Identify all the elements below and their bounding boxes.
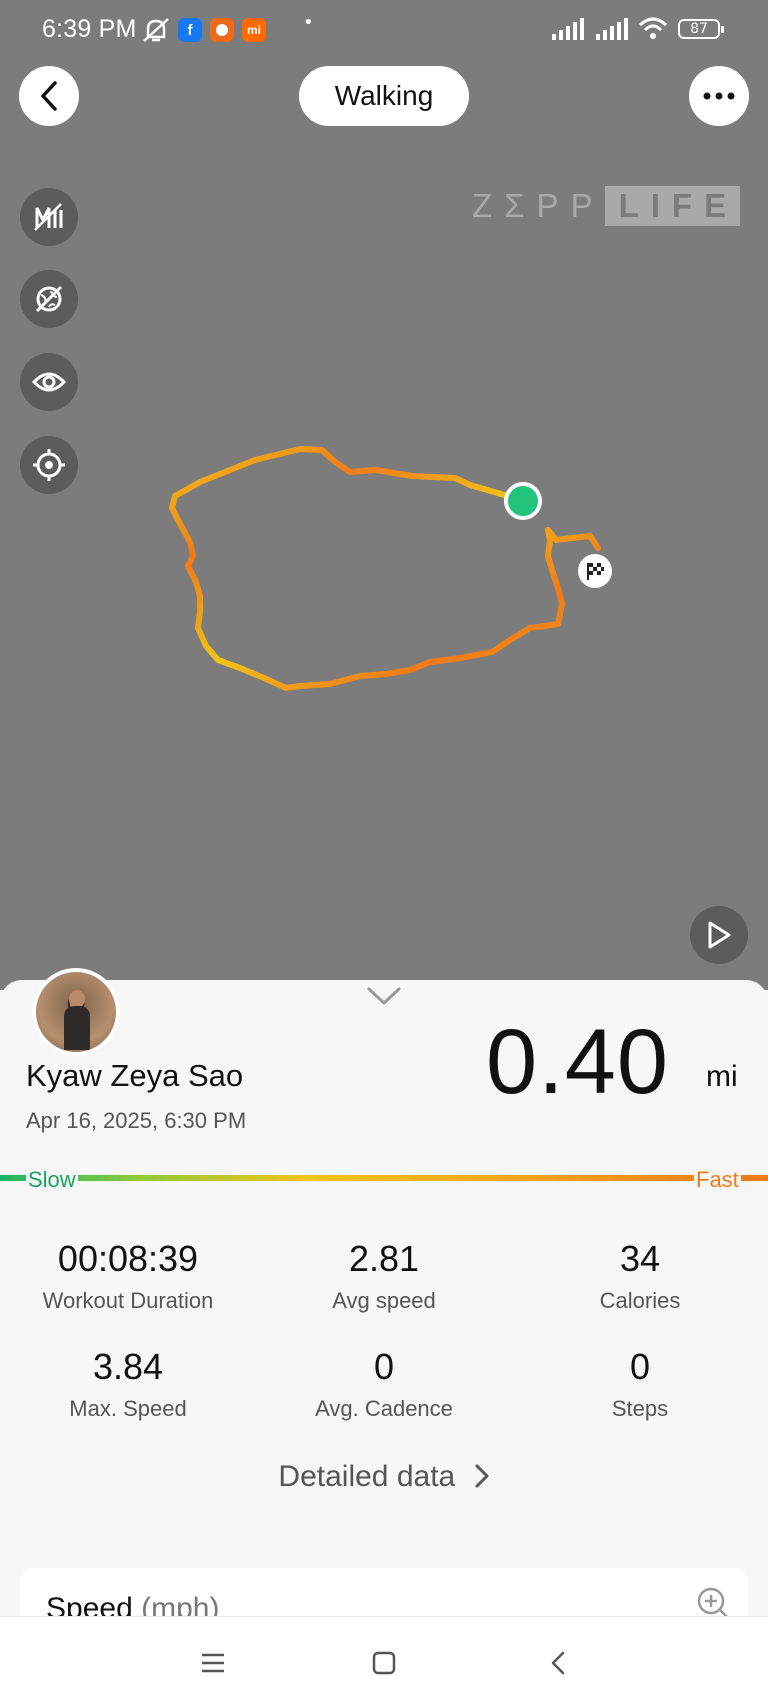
avatar[interactable]: [32, 968, 120, 1056]
distance-unit: mi: [706, 1060, 738, 1093]
brand-zepp: ZΣPP: [472, 187, 605, 224]
signal-1-icon: [552, 18, 584, 40]
more-notifications-dot: •: [303, 12, 314, 33]
system-back-button[interactable]: [540, 1645, 576, 1681]
signal-2-icon: [596, 18, 628, 40]
stat-avg-speed: 2.81 Avg speed: [256, 1238, 512, 1314]
brand-life: LIFE: [604, 186, 741, 226]
stat-label: Avg. Cadence: [315, 1396, 453, 1421]
stat-value: 2.81: [348, 1238, 420, 1279]
workout-date-time: Apr 16, 2025, 6:30 PM: [26, 1108, 247, 1133]
stat-label: Avg speed: [332, 1288, 436, 1313]
stat-label: Max. Speed: [69, 1396, 187, 1421]
system-icons: 87: [550, 17, 724, 41]
detailed-data-label: Detailed data: [278, 1460, 456, 1493]
stat-workout-duration: 00:08:39 Workout Duration: [0, 1238, 256, 1314]
stat-value: 00:08:39: [57, 1238, 199, 1279]
more-horizontal-icon: [703, 92, 735, 100]
status-time: 6:39 PM: [42, 15, 137, 43]
fast-label: Fast: [694, 1167, 741, 1193]
recent-apps-button[interactable]: [195, 1645, 231, 1681]
notification-icons: f mi: [142, 17, 266, 43]
system-navigation-bar: [0, 1616, 768, 1708]
stat-value: 0: [373, 1346, 395, 1387]
status-bar: 6:39 PM f mi • 87: [0, 0, 768, 62]
chevron-left-icon: [41, 81, 57, 111]
mileage-icon: [34, 203, 63, 231]
back-arrow-icon: [551, 1651, 565, 1675]
stat-max-speed: 3.84 Max. Speed: [0, 1346, 256, 1422]
chevron-down-icon: [367, 987, 401, 1005]
slow-label: Slow: [26, 1167, 78, 1193]
stat-value: 34: [619, 1238, 661, 1279]
collapse-sheet-button[interactable]: [366, 986, 402, 1010]
stat-label: Workout Duration: [42, 1288, 214, 1313]
route-path: [169, 446, 601, 691]
app-orange-icon: [210, 18, 234, 42]
stat-value: 3.84: [92, 1346, 164, 1387]
visibility-toggle[interactable]: [20, 353, 78, 411]
home-button[interactable]: [366, 1645, 402, 1681]
locate-button[interactable]: [20, 436, 78, 494]
chevron-right-icon: [475, 1464, 489, 1488]
start-marker: [504, 482, 542, 520]
route-map[interactable]: ZΣPP LIFE: [0, 0, 768, 990]
stat-calories: 34 Calories: [512, 1238, 768, 1314]
stat-avg-cadence: 0 Avg. Cadence: [256, 1346, 512, 1422]
distance-value: 0.40: [486, 1011, 670, 1113]
zoom-in-icon: [697, 1587, 729, 1619]
more-options-button[interactable]: [689, 66, 749, 126]
satellite-toggle[interactable]: [20, 270, 78, 328]
home-square-icon: [372, 1651, 396, 1675]
locate-icon: [33, 449, 65, 481]
eye-icon: [32, 372, 66, 392]
play-icon: [708, 921, 731, 949]
xiaomi-icon: mi: [242, 18, 266, 42]
zepp-life-logo: ZΣPP LIFE: [472, 186, 741, 226]
pace-gradient-bar: [0, 1175, 768, 1181]
facebook-icon: f: [178, 18, 202, 42]
menu-icon: [202, 1653, 224, 1673]
satellite-off-icon: [35, 285, 63, 313]
user-name: Kyaw Zeya Sao: [26, 1058, 244, 1093]
stat-steps: 0 Steps: [512, 1346, 768, 1422]
detailed-data-link[interactable]: Detailed data: [0, 1460, 768, 1494]
activity-type-pill[interactable]: Walking: [299, 66, 469, 126]
play-replay-button[interactable]: [690, 906, 748, 964]
wifi-icon: [638, 17, 668, 39]
stat-label: Steps: [611, 1396, 669, 1421]
battery-icon: 87: [678, 19, 724, 39]
back-button[interactable]: [19, 66, 79, 126]
activity-type-label: Walking: [334, 80, 434, 111]
mileage-markers-toggle[interactable]: [20, 188, 78, 246]
stat-value: 0: [629, 1346, 651, 1387]
alarm-off-icon: [143, 18, 169, 42]
finish-flag-icon: [578, 554, 612, 588]
stat-label: Calories: [599, 1288, 681, 1313]
